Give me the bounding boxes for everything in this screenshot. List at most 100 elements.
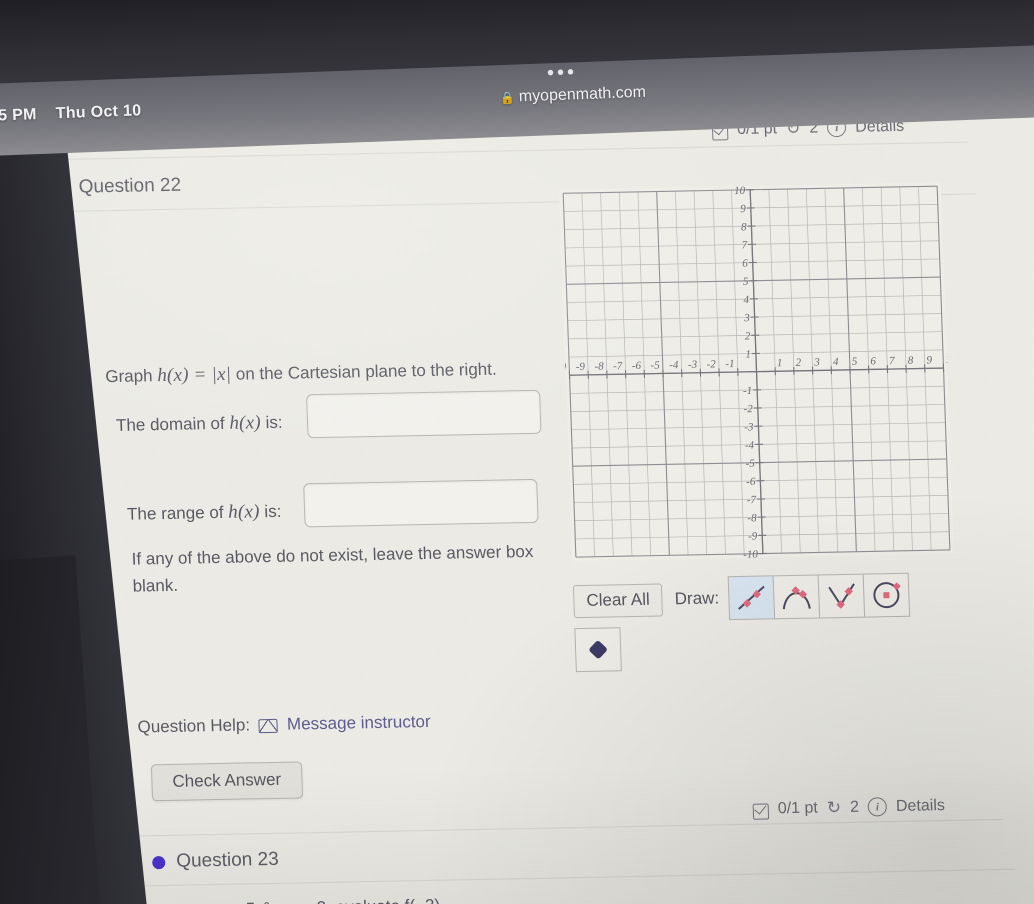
circle-icon <box>873 582 901 609</box>
question-23-attempts: 2 <box>849 798 860 816</box>
line-tool-button[interactable] <box>727 575 775 621</box>
browser-page: 0/1 pt ↺ 2 i Details Question 22 Graph h… <box>8 91 1034 904</box>
question-23-score: 0/1 pt <box>777 798 819 817</box>
photographed-tablet-screen: 0/1 pt ↺ 2 i Details Question 22 Graph h… <box>0 0 1034 904</box>
svg-text:-7: -7 <box>613 360 623 372</box>
check-answer-button[interactable]: Check Answer <box>150 761 303 802</box>
message-instructor-link[interactable]: Message instructor <box>287 712 431 735</box>
question-23-details-link[interactable]: Details <box>896 797 946 816</box>
svg-text:-5: -5 <box>650 359 660 371</box>
graph-svg[interactable]: -10 -9 -8 -7 -6 -5 -4 -3 -2 -1 1 2 3 4 5 6 7 8 9 1010987654… <box>559 182 954 562</box>
info-icon: i <box>867 797 888 817</box>
svg-text:-10: -10 <box>559 361 567 373</box>
answer-note-line-2: blank. <box>132 575 179 596</box>
svg-text:8: 8 <box>908 355 914 367</box>
range-label: The range of h(x) is: <box>127 501 282 526</box>
lock-icon: 🔒 <box>499 90 516 106</box>
svg-text:10: 10 <box>734 185 746 197</box>
question-23-title: Question 23 <box>152 849 279 873</box>
domain-label-function: h(x) <box>229 412 262 434</box>
svg-text:-10: -10 <box>743 549 759 561</box>
status-bar-clock: 5 PM Thu Oct 10 <box>0 102 142 125</box>
question-status-dot-icon <box>152 855 166 869</box>
divider-above-question-23 <box>133 818 1004 837</box>
domain-answer-input[interactable] <box>306 389 542 439</box>
domain-label-suffix: is: <box>265 412 283 433</box>
svg-text:9: 9 <box>926 354 932 366</box>
draw-tool-group <box>727 572 910 621</box>
svg-text:-6: -6 <box>746 476 756 488</box>
question-help-row: Question Help: Message instructor <box>137 712 431 738</box>
absolute-value-icon <box>827 583 855 609</box>
point-tool-button[interactable] <box>574 627 622 673</box>
divider-below-question-23-title <box>145 868 1016 887</box>
prompt-prefix: Graph <box>104 366 153 387</box>
svg-text:-1: -1 <box>725 358 735 370</box>
svg-text:6: 6 <box>742 258 748 270</box>
domain-label: The domain of h(x) is: <box>116 412 283 437</box>
svg-text:10: 10 <box>945 354 954 366</box>
svg-text:3: 3 <box>743 312 750 324</box>
range-label-prefix: The range of <box>126 502 224 524</box>
browser-menu-dots-icon[interactable]: ••• <box>547 61 578 84</box>
question-22-title: Question 22 <box>54 175 181 199</box>
svg-text:3: 3 <box>813 356 820 368</box>
line-icon <box>737 585 765 610</box>
svg-text:6: 6 <box>870 355 876 367</box>
question-22-prompt: Graph h(x) = |x| on the Cartesian plane … <box>105 359 497 389</box>
range-answer-input[interactable] <box>303 478 539 528</box>
svg-text:-3: -3 <box>744 421 754 433</box>
svg-text:7: 7 <box>889 355 895 367</box>
svg-text:8: 8 <box>741 221 747 233</box>
parabola-down-icon <box>782 586 811 610</box>
svg-text:5: 5 <box>852 356 858 368</box>
draw-label: Draw: <box>674 588 720 609</box>
clock-date: Thu Oct 10 <box>55 102 142 123</box>
question-22-title-label: Question 22 <box>78 174 182 198</box>
svg-text:-2: -2 <box>743 403 753 415</box>
prompt-suffix: on the Cartesian plane to the right. <box>235 359 497 384</box>
myopenmath-assignment-page: 0/1 pt ↺ 2 i Details Question 22 Graph h… <box>8 91 1034 904</box>
svg-text:-8: -8 <box>594 361 604 373</box>
url-text: myopenmath.com <box>518 83 647 106</box>
range-label-suffix: is: <box>264 501 282 522</box>
question-23-meta: 0/1 pt ↺ 2 i Details <box>752 796 946 820</box>
clear-all-button[interactable]: Clear All <box>572 582 664 618</box>
svg-text:-5: -5 <box>745 458 755 470</box>
range-label-function: h(x) <box>227 501 261 523</box>
browser-url-bar[interactable]: 🔒 myopenmath.com <box>500 84 647 107</box>
absolute-value-tool-button[interactable] <box>817 573 865 619</box>
svg-text:-6: -6 <box>632 360 642 372</box>
envelope-icon <box>258 718 279 734</box>
question-23-prompt-tail: 5x² − x − 3, evaluate f(−3) <box>246 896 441 904</box>
parabola-down-tool-button[interactable] <box>772 574 820 620</box>
answer-note-line-1: If any of the above do not exist, leave … <box>131 541 534 569</box>
cartesian-plane-graph[interactable]: -10 -9 -8 -7 -6 -5 -4 -3 -2 -1 1 2 3 4 5 6 7 8 9 10 10 9 8 7 6 5 4… <box>559 182 954 562</box>
svg-text:-4: -4 <box>669 359 679 371</box>
svg-text:-2: -2 <box>706 358 716 370</box>
draw-toolbar: Clear All Draw: <box>572 572 910 623</box>
svg-text:-9: -9 <box>576 361 586 373</box>
question-23-title-label: Question 23 <box>175 848 280 872</box>
prompt-function: h(x) = |x| <box>156 363 232 387</box>
svg-text:-1: -1 <box>743 385 753 397</box>
svg-text:-8: -8 <box>747 512 757 524</box>
retry-icon: ↺ <box>826 798 842 818</box>
svg-text:4: 4 <box>743 294 749 306</box>
svg-text:2: 2 <box>745 330 751 342</box>
clock-time: 5 PM <box>0 106 38 125</box>
domain-label-prefix: The domain of <box>115 413 226 435</box>
svg-text:-7: -7 <box>747 494 757 506</box>
svg-text:5: 5 <box>743 276 749 288</box>
svg-text:7: 7 <box>741 239 747 251</box>
score-check-icon <box>752 802 770 820</box>
svg-text:1: 1 <box>745 349 751 361</box>
svg-text:-3: -3 <box>688 359 698 371</box>
svg-text:2: 2 <box>795 357 801 369</box>
svg-text:9: 9 <box>740 203 746 215</box>
svg-text:4: 4 <box>833 356 839 368</box>
circle-tool-button[interactable] <box>862 572 910 618</box>
svg-text:-9: -9 <box>748 530 758 542</box>
question-help-label: Question Help: <box>137 715 251 737</box>
svg-text:1: 1 <box>777 357 783 369</box>
